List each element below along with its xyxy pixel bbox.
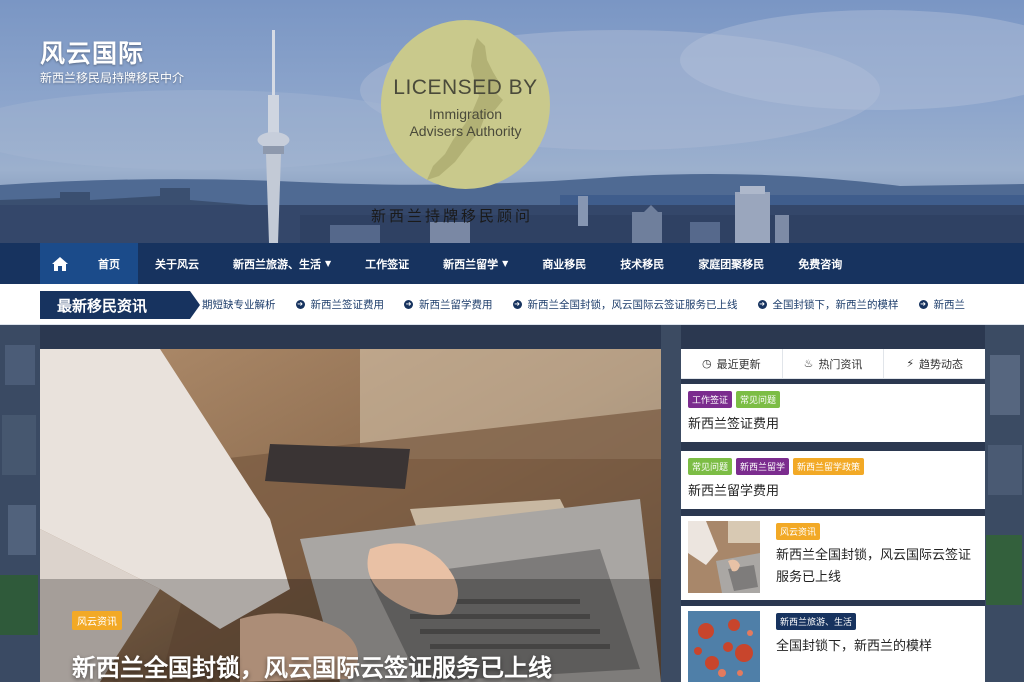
ticker-item[interactable]: ➜ 新西兰签证费用 xyxy=(295,297,384,312)
list-item[interactable]: 风云资讯 新西兰全国封锁，风云国际云签证 服务已上线 xyxy=(681,516,985,600)
tag-badge[interactable]: 新西兰留学政策 xyxy=(793,458,865,475)
clock-icon: ◷ xyxy=(702,357,712,370)
seal-line-1: LICENSED BY xyxy=(393,76,538,99)
flame-icon: ♨ xyxy=(803,357,814,370)
thumbnail-laptop-image xyxy=(688,521,760,593)
post-thumbnail[interactable] xyxy=(688,521,760,593)
home-icon xyxy=(52,256,68,271)
nav-item-skilled-immigration[interactable]: 技术移民 xyxy=(603,243,681,284)
arrow-right-icon: ➜ xyxy=(512,300,522,309)
list-item[interactable]: 新西兰旅游、生活 全国封锁下，新西兰的模样 xyxy=(681,606,985,682)
nav-item-family-immigration[interactable]: 家庭团聚移民 xyxy=(681,243,781,284)
featured-image-laptop xyxy=(40,349,661,682)
ticker-item[interactable]: ➜ 新西兰留学费用 xyxy=(404,297,493,312)
arrow-right-icon: ➜ xyxy=(295,300,305,309)
chevron-down-icon: ▼ xyxy=(325,259,332,268)
post-title[interactable]: 新西兰全国封锁，风云国际云签证 服务已上线 xyxy=(776,545,976,589)
arrow-right-icon: ➜ xyxy=(404,300,413,309)
nav-item-study[interactable]: 新西兰留学 ▼ xyxy=(426,243,525,284)
nav-item-about[interactable]: 关于风云 xyxy=(138,243,216,284)
tag-badge[interactable]: 新西兰留学 xyxy=(736,458,790,475)
nav-item-work-visa[interactable]: 工作签证 xyxy=(348,243,426,284)
nav-home-button[interactable] xyxy=(40,243,80,284)
sidebar-tabs: ◷ 最近更新 ♨ 热门资讯 ⚡ 趋势动态 xyxy=(681,349,985,379)
tab-trends[interactable]: ⚡ 趋势动态 xyxy=(884,349,985,378)
seal-line-2: Immigration xyxy=(428,106,503,122)
post-title[interactable]: 全国封锁下，新西兰的模样 xyxy=(776,636,932,658)
nav-item-business-immigration[interactable]: 商业移民 xyxy=(525,243,603,284)
site-title[interactable]: 风云国际 xyxy=(40,34,144,70)
ticker-track: 期短缺专业解析 ➜ 新西兰签证费用 ➜ 新西兰留学费用 ➜ 新西兰全国封锁，风云国际云… xyxy=(202,284,987,325)
post-title[interactable]: 新西兰留学费用 xyxy=(688,481,779,503)
ticker-label: 最新移民资讯 xyxy=(40,291,200,319)
tag-badge[interactable]: 常见问题 xyxy=(736,391,781,408)
new-zealand-map-icon xyxy=(427,38,503,180)
ticker-item[interactable]: ➜ 新西兰全国封锁，风云国际云签证服务已上线 xyxy=(512,297,738,312)
arrow-right-icon: ➜ xyxy=(918,300,928,309)
featured-title[interactable]: 新西兰全国封锁，风云国际云签证服务已上线 xyxy=(72,648,552,682)
news-ticker: 最新移民资讯 期短缺专业解析 ➜ 新西兰签证费用 ➜ 新西兰留学费用 ➜ 新西兰全国封… xyxy=(0,284,1024,325)
ticker-item[interactable]: ➜ 新西兰 xyxy=(918,297,965,312)
nav-item-free-consult[interactable]: 免费咨询 xyxy=(781,243,859,284)
banner-caption: 新西兰持牌移民顾问 xyxy=(371,207,534,225)
post-title[interactable]: 新西兰签证费用 xyxy=(688,414,779,436)
arrow-right-icon: ➜ xyxy=(757,300,767,309)
post-thumbnail[interactable] xyxy=(688,611,760,682)
nav-item-travel-life[interactable]: 新西兰旅游、生活 ▼ xyxy=(216,243,348,284)
tag-badge[interactable]: 工作签证 xyxy=(688,391,733,408)
featured-post[interactable]: 风云资讯 新西兰全国封锁，风云国际云签证服务已上线 xyxy=(40,349,661,682)
bolt-icon: ⚡ xyxy=(906,357,915,370)
site-subtitle: 新西兰移民局持牌移民中介 xyxy=(40,71,185,85)
ticker-item[interactable]: ➜ 全国封锁下，新西兰的模样 xyxy=(757,297,899,312)
seal-line-3: Advisers Authority xyxy=(409,123,522,139)
tab-hot[interactable]: ♨ 热门资讯 xyxy=(783,349,885,378)
nav-item-home[interactable]: 首页 xyxy=(80,243,138,284)
tab-recent[interactable]: ◷ 最近更新 xyxy=(681,349,783,378)
main-nav: 首页 关于风云 新西兰旅游、生活 ▼ 工作签证 新西兰留学 ▼ 商业移民 技术移民 … xyxy=(0,243,1024,284)
thumbnail-virus-image xyxy=(688,611,760,682)
list-item[interactable]: 常见问题 新西兰留学 新西兰留学政策 新西兰留学费用 xyxy=(681,451,985,509)
category-badge[interactable]: 风云资讯 xyxy=(72,611,122,630)
list-item[interactable]: 工作签证 常见问题 新西兰签证费用 xyxy=(681,384,985,442)
tag-badge[interactable]: 常见问题 xyxy=(688,458,733,475)
tag-badge[interactable]: 新西兰旅游、生活 xyxy=(776,613,857,630)
license-seal: LICENSED BY Immigration Advisers Authori… xyxy=(381,20,550,189)
ticker-item[interactable]: 期短缺专业解析 xyxy=(202,297,276,312)
sidebar-widget: ◷ 最近更新 ♨ 热门资讯 ⚡ 趋势动态 工作签证 常见问题 新西兰签证费用 常见问题… xyxy=(681,349,985,682)
chevron-down-icon: ▼ xyxy=(502,259,509,268)
tag-badge[interactable]: 风云资讯 xyxy=(776,523,821,540)
header-banner: 风云国际 新西兰移民局持牌移民中介 LICENSED BY Immigratio… xyxy=(0,0,1024,243)
